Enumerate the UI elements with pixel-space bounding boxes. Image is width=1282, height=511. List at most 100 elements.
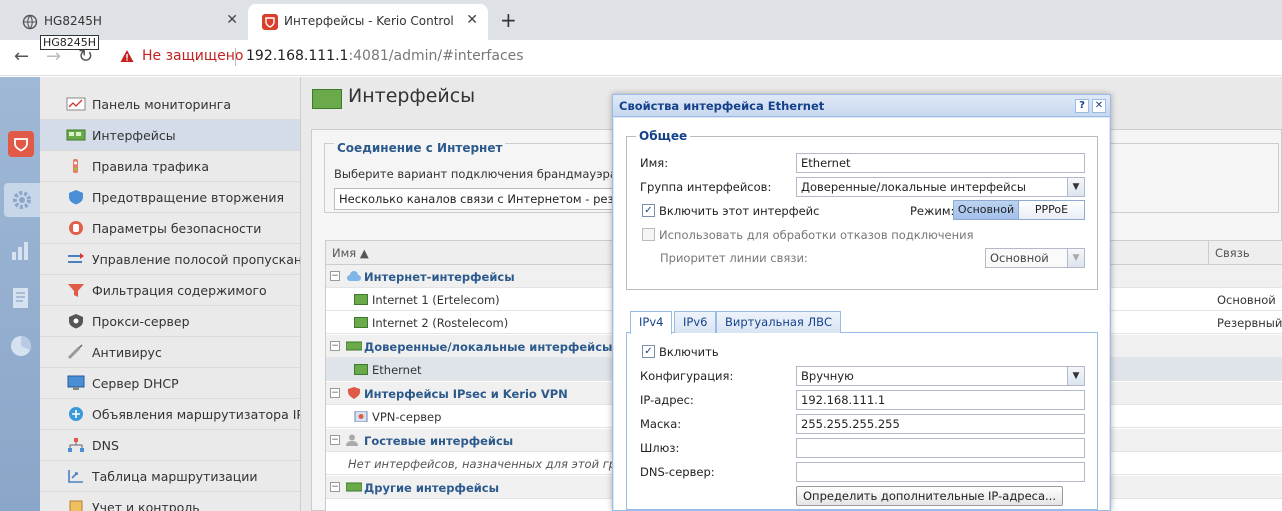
sidebar-item-dashboard[interactable]: Панель мониторинга (40, 89, 300, 120)
sidebar-item-label: Прокси-сервер (92, 314, 190, 329)
interface-name: Internet 2 (Rostelecom) (372, 316, 509, 330)
sidebar-item-security-settings[interactable]: Параметры безопасности (40, 213, 300, 244)
collapse-icon[interactable]: − (330, 271, 340, 281)
internet-connection-mode-select[interactable]: Несколько каналов связи с Интернетом - р… (334, 188, 634, 210)
name-input[interactable]: Ethernet (796, 153, 1085, 173)
network-card-icon (66, 129, 86, 141)
sidebar-item-proxy[interactable]: Прокси-сервер (40, 306, 300, 337)
sidebar-item-label: Правила трафика (92, 159, 210, 174)
interface-group-value: Доверенные/локальные интерфейсы (801, 180, 1027, 194)
trusted-network-icon (346, 341, 362, 351)
interface-properties-dialog: Свойства интерфейса Ethernet ? ✕ Общее И… (612, 94, 1111, 511)
sidebar-item-interfaces[interactable]: Интерфейсы (40, 120, 300, 151)
general-legend: Общее (636, 129, 691, 143)
sidebar-item-dns[interactable]: DNS (40, 430, 300, 461)
dialog-titlebar[interactable]: Свойства интерфейса Ethernet ? ✕ (613, 95, 1110, 117)
sidebar-item-content-filter[interactable]: Фильтрация содержимого (40, 275, 300, 306)
kerio-shield-icon[interactable] (8, 131, 34, 157)
interface-group-select[interactable]: Доверенные/локальные интерфейсы ▼ (796, 177, 1085, 197)
configuration-label: Конфигурация: (640, 369, 734, 383)
mode-label: Режим: (910, 204, 955, 218)
failover-label[interactable]: Использовать для обработки отказов подкл… (659, 228, 974, 242)
sidebar-item-ipv6-router[interactable]: Объявления маршрутизатора IPv6 (40, 399, 300, 430)
bandwidth-arrows-icon (68, 253, 84, 263)
tab-close-icon[interactable]: ✕ (466, 12, 478, 28)
reports-pie-icon[interactable] (8, 333, 34, 359)
tab-title: Интерфейсы - Kerio Control Administratio… (284, 14, 454, 28)
ip-address-input[interactable]: 192.168.111.1 (796, 390, 1085, 410)
dialog-body: Общее Имя: Ethernet Группа интерфейсов: … (614, 118, 1109, 510)
column-header-name[interactable]: Имя ▲ (332, 246, 369, 260)
close-icon[interactable]: ✕ (1092, 99, 1106, 113)
mask-input[interactable]: 255.255.255.255 (796, 414, 1085, 434)
gateway-input[interactable] (796, 438, 1085, 458)
help-icon[interactable]: ? (1075, 99, 1089, 113)
mask-label: Маска: (640, 417, 682, 431)
traffic-rules-icon (73, 159, 78, 173)
sidebar-item-antivirus[interactable]: Антивирус (40, 337, 300, 368)
address-bar-url[interactable]: 192.168.111.1:4081/admin/#interfaces (246, 48, 524, 64)
configuration-gear-icon[interactable] (4, 183, 40, 217)
sidebar-item-label: Параметры безопасности (92, 221, 262, 236)
url-path: :4081/admin/#interfaces (348, 48, 524, 64)
url-host: 192.168.111.1 (246, 48, 349, 64)
browser-toolbar: ← → ↻ Не защищено 192.168.111.1:4081/adm… (0, 40, 1282, 76)
sidebar-item-label: Таблица маршрутизации (92, 469, 258, 484)
browser-tab-kerio[interactable]: Интерфейсы - Kerio Control Administratio… (248, 4, 488, 40)
link-priority-value: Основной (990, 251, 1049, 265)
dns-tree-icon (68, 438, 84, 452)
link-priority-select[interactable]: Основной ▼ (985, 248, 1085, 268)
group-label: Интернет-интерфейсы (364, 270, 515, 284)
sidebar-item-dhcp[interactable]: Сервер DHCP (40, 368, 300, 399)
network-card-icon (354, 364, 368, 375)
group-label: Интерфейсы IPsec и Kerio VPN (364, 387, 568, 401)
tab-vlan[interactable]: Виртуальная ЛВС (716, 311, 842, 333)
empty-group-message: Нет интерфейсов, назначенных для этой гр… (348, 457, 651, 471)
not-secure-label[interactable]: Не защищено (142, 48, 243, 64)
dialog-title: Свойства интерфейса Ethernet (619, 99, 825, 113)
chevron-down-icon[interactable]: ▼ (1067, 367, 1084, 385)
ipv4-enable-label[interactable]: Включить (659, 345, 719, 359)
sidebar-item-label: Сервер DHCP (92, 376, 179, 391)
configuration-select[interactable]: Вручную ▼ (796, 366, 1085, 386)
chevron-down-icon[interactable]: ▼ (1067, 249, 1084, 267)
mode-primary-button[interactable]: Основной (953, 200, 1019, 220)
funnel-icon (68, 284, 84, 297)
sidebar-item-routing-table[interactable]: Таблица маршрутизации (40, 461, 300, 492)
router-advert-icon (69, 407, 83, 421)
back-arrow-icon[interactable]: ← (14, 46, 29, 67)
page-title: Интерфейсы (348, 85, 476, 107)
enable-interface-label[interactable]: Включить этот интерфейс (659, 204, 819, 218)
sidebar-item-intrusion-prevention[interactable]: Предотвращение вторжения (40, 182, 300, 213)
new-tab-button[interactable]: + (500, 8, 517, 32)
section-iconbar (0, 77, 40, 511)
cloud-icon (347, 271, 361, 281)
sidebar-item-accounting[interactable]: Учет и контроль (40, 492, 300, 511)
enable-interface-checkbox[interactable]: ✓ (642, 204, 655, 217)
dashboard-icon (66, 97, 86, 111)
vpn-server-icon (354, 411, 368, 422)
chevron-down-icon[interactable]: ▼ (1067, 178, 1084, 196)
additional-ip-button[interactable]: Определить дополнительные IP-адреса... (796, 486, 1063, 506)
collapse-icon[interactable]: − (330, 482, 340, 492)
collapse-icon[interactable]: − (330, 388, 340, 398)
statistics-chart-icon[interactable] (8, 237, 34, 263)
ipv4-enable-checkbox[interactable]: ✓ (642, 345, 655, 358)
dns-server-input[interactable] (796, 462, 1085, 482)
tab-tooltip: HG8245H (40, 35, 100, 50)
sidebar-item-label: Панель мониторинга (92, 97, 232, 112)
collapse-icon[interactable]: − (330, 435, 340, 445)
logs-document-icon[interactable] (8, 285, 34, 311)
mode-pppoe-button[interactable]: PPPoE (1018, 200, 1085, 220)
sidebar-item-label: Предотвращение вторжения (92, 190, 284, 205)
column-header-link[interactable]: Связь (1215, 246, 1250, 260)
tab-close-icon[interactable]: ✕ (226, 12, 238, 28)
sidebar-item-bandwidth[interactable]: Управление полосой пропускания и (40, 244, 300, 275)
interface-group-label: Группа интерфейсов: (640, 180, 772, 194)
tab-ipv6[interactable]: IPv6 (674, 311, 717, 333)
interface-link: Резервный (1217, 316, 1282, 330)
failover-checkbox[interactable] (642, 228, 655, 241)
tab-ipv4[interactable]: IPv4 (630, 311, 673, 334)
collapse-icon[interactable]: − (330, 341, 340, 351)
sidebar-item-traffic-rules[interactable]: Правила трафика (40, 151, 300, 182)
